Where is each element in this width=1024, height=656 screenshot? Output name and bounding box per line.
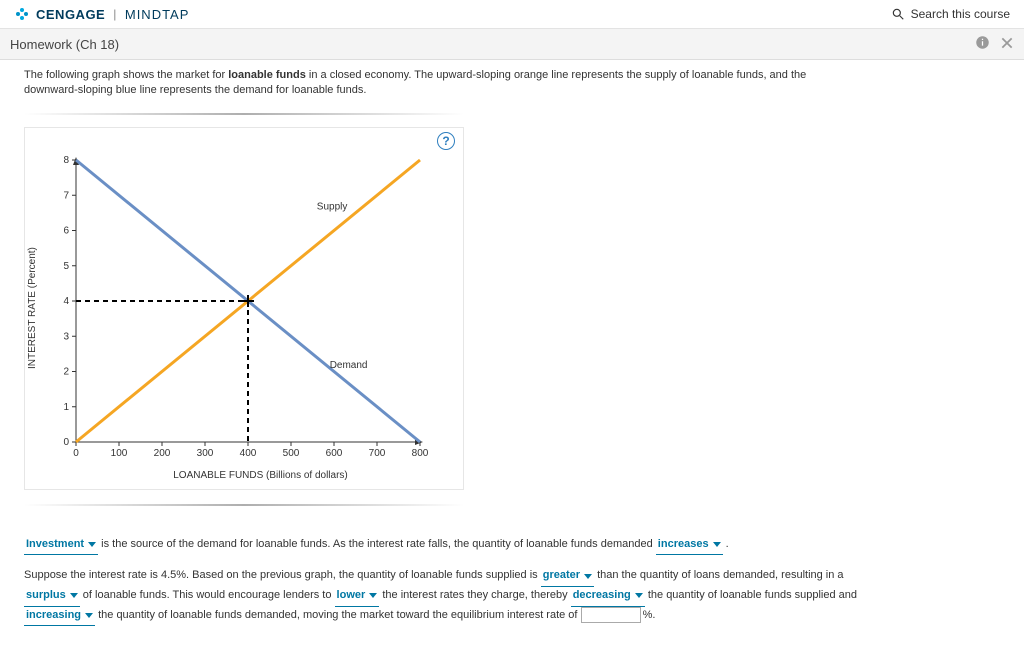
chevron-down-icon bbox=[70, 593, 78, 598]
p2-mid4: the quantity of loanable funds supplied … bbox=[648, 589, 857, 601]
dropdown-compare[interactable]: greater bbox=[541, 567, 594, 587]
svg-text:Supply: Supply bbox=[317, 201, 348, 212]
svg-text:2: 2 bbox=[63, 366, 69, 377]
svg-text:500: 500 bbox=[283, 448, 300, 459]
chevron-down-icon bbox=[88, 542, 96, 547]
search-icon bbox=[891, 7, 905, 21]
dropdown-direction[interactable]: increases bbox=[656, 536, 723, 556]
p2-mid3: the interest rates they charge, thereby bbox=[382, 589, 567, 601]
close-icon[interactable] bbox=[1000, 36, 1014, 53]
svg-text:8: 8 bbox=[63, 155, 69, 166]
svg-text:700: 700 bbox=[369, 448, 386, 459]
brand: CENGAGE | MINDTAP bbox=[14, 6, 189, 22]
svg-text:1: 1 bbox=[63, 402, 69, 413]
brand-divider: | bbox=[113, 7, 117, 21]
chart-card: ? INTEREST RATE (Percent) 0 1 2 3 4 5 6 7 8 0 100 2… bbox=[24, 127, 464, 490]
p1-text: is the source of the demand for loanable… bbox=[101, 538, 653, 550]
dropdown-source[interactable]: Investment bbox=[24, 536, 98, 556]
svg-text:600: 600 bbox=[326, 448, 343, 459]
svg-text:0: 0 bbox=[73, 448, 79, 459]
svg-text:Demand: Demand bbox=[330, 360, 368, 371]
brand-cengage: CENGAGE bbox=[36, 7, 105, 22]
chevron-down-icon bbox=[369, 593, 377, 598]
intro-pre: The following graph shows the market for bbox=[24, 69, 228, 81]
help-button[interactable]: ? bbox=[437, 132, 455, 150]
svg-text:6: 6 bbox=[63, 225, 69, 236]
dropdown-supply-dir[interactable]: decreasing bbox=[571, 587, 645, 607]
dropdown-demand-dir[interactable]: increasing bbox=[24, 607, 95, 627]
dropdown-surplus[interactable]: surplus bbox=[24, 587, 80, 607]
svg-text:800: 800 bbox=[412, 448, 429, 459]
chevron-down-icon bbox=[584, 574, 592, 579]
p2-mid1: than the quantity of loans demanded, res… bbox=[597, 569, 843, 581]
chevron-down-icon bbox=[635, 593, 643, 598]
chevron-down-icon bbox=[713, 542, 721, 547]
loanable-funds-chart: 0 1 2 3 4 5 6 7 8 0 100 200 300 400 500 600 700 800 Supply… bbox=[40, 136, 440, 466]
top-bar: CENGAGE | MINDTAP Search this course bbox=[0, 0, 1024, 29]
cengage-logo-icon bbox=[14, 6, 30, 22]
svg-text:400: 400 bbox=[240, 448, 257, 459]
y-axis-label: INTEREST RATE (Percent) bbox=[25, 136, 40, 481]
page-title: Homework (Ch 18) bbox=[10, 37, 119, 52]
svg-text:100: 100 bbox=[111, 448, 128, 459]
divider-bottom bbox=[24, 504, 464, 506]
search-label: Search this course bbox=[911, 7, 1010, 21]
p2-mid5: the quantity of loanable funds demanded,… bbox=[98, 609, 577, 621]
percent-label: % bbox=[643, 609, 653, 621]
answer-para-2: Suppose the interest rate is 4.5%. Based… bbox=[24, 567, 864, 626]
svg-text:5: 5 bbox=[63, 261, 69, 272]
p2-mid2: of loanable funds. This would encourage … bbox=[83, 589, 332, 601]
answer-para-1: Investment is the source of the demand f… bbox=[24, 536, 864, 556]
intro-text: The following graph shows the market for… bbox=[24, 68, 844, 99]
equilibrium-rate-input[interactable] bbox=[581, 607, 641, 623]
divider-top bbox=[24, 113, 464, 115]
svg-text:4: 4 bbox=[63, 296, 69, 307]
content-area: The following graph shows the market for… bbox=[0, 60, 1024, 650]
p2-pre: Suppose the interest rate is 4.5%. Based… bbox=[24, 569, 538, 581]
search-course[interactable]: Search this course bbox=[891, 7, 1010, 21]
info-icon[interactable] bbox=[975, 35, 990, 53]
chevron-down-icon bbox=[85, 613, 93, 618]
svg-text:7: 7 bbox=[63, 190, 69, 201]
svg-text:300: 300 bbox=[197, 448, 214, 459]
sub-bar: Homework (Ch 18) bbox=[0, 29, 1024, 60]
svg-text:200: 200 bbox=[154, 448, 171, 459]
brand-mindtap: MINDTAP bbox=[125, 7, 190, 22]
dropdown-rate-dir[interactable]: lower bbox=[335, 587, 380, 607]
intro-bold: loanable funds bbox=[228, 69, 306, 81]
svg-text:3: 3 bbox=[63, 331, 69, 342]
svg-text:0: 0 bbox=[63, 437, 69, 448]
x-axis-label: LOANABLE FUNDS (Billions of dollars) bbox=[66, 470, 455, 481]
